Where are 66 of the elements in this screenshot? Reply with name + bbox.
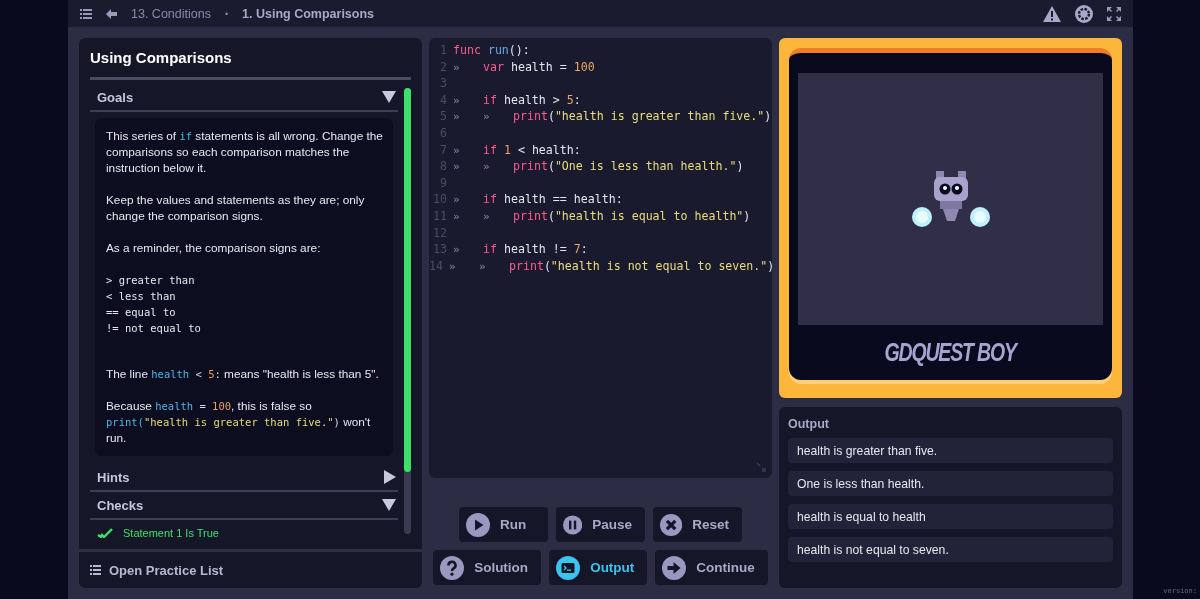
terminal-icon [556, 555, 581, 580]
solution-button[interactable]: Solution [433, 550, 542, 585]
code-line: » » print("health is not equal to seven.") [448, 257, 775, 275]
line-number: 1 [439, 42, 448, 59]
code-line: func run(): [453, 42, 530, 59]
goal-paragraph: Because health = 100, this is false so print("health is greater than five.") won't run. [106, 398, 372, 446]
line-number: 14 [429, 257, 444, 275]
output-title: Output [788, 417, 830, 431]
section-title[interactable]: Hints [97, 469, 130, 485]
line-number: 11 [432, 207, 448, 225]
lesson-title: Using Comparisons [89, 48, 233, 66]
list-icon [90, 565, 101, 575]
code-line: » if health == health: [453, 191, 623, 208]
collapse-triangle-icon[interactable] [382, 91, 396, 103]
comparison-sign-line: < less than [106, 289, 177, 304]
pause-icon [563, 512, 583, 537]
code-line: » » print("One is less than health.") [453, 158, 744, 175]
line-number: 2 [439, 58, 448, 76]
breadcrumb-separator: • [224, 8, 229, 19]
breadcrumb-current: 1. Using Comparisons [242, 6, 375, 21]
collapse-triangle-icon[interactable] [382, 499, 396, 511]
line-number: 13 [432, 241, 448, 258]
comparison-sign-line: == equal to [106, 305, 177, 320]
resize-grip-icon[interactable] [756, 462, 766, 472]
line-number: 9 [439, 174, 448, 192]
question-icon [440, 555, 465, 580]
line-number: 8 [439, 158, 448, 175]
continue-button[interactable]: Continue [655, 550, 768, 585]
section-title[interactable]: Goals [97, 89, 134, 105]
code-line: » » print("health is greater than five.") [453, 108, 772, 125]
line-number: 6 [439, 124, 448, 142]
line-number: 5 [439, 108, 448, 125]
reset-button[interactable]: Reset [653, 507, 742, 542]
comparison-sign-line: > greater than [106, 273, 196, 288]
back-arrow-icon[interactable] [106, 8, 117, 19]
close-circle-icon [660, 512, 683, 537]
breadcrumb-link[interactable]: 13. Conditions [131, 6, 211, 21]
line-number: 4 [439, 91, 448, 109]
goal-paragraph: Keep the values and statements as they are; only change the comparison signs. [106, 192, 366, 224]
code-line: » if 1 < health: [453, 141, 581, 159]
pause-button[interactable]: Pause [556, 507, 645, 542]
goal-paragraph: The line health < 5: means "health is less than 5". [106, 366, 380, 382]
goal-paragraph: This series of if statements is all wrong. Change the comparisons so each comparison matches the instruction below it. [106, 128, 384, 176]
check-label: Statement 1 Is True [123, 527, 219, 539]
arrow-right-icon [662, 555, 687, 580]
settings-icon[interactable] [1075, 4, 1093, 23]
warning-icon[interactable] [1043, 5, 1061, 22]
code-line: » if health > 5: [453, 91, 581, 109]
goal-paragraph: As a reminder, the comparison signs are: [106, 240, 322, 256]
code-line: » if health != 7: [453, 241, 588, 258]
expand-triangle-icon[interactable] [384, 470, 396, 484]
play-icon [466, 512, 490, 537]
line-number: 12 [432, 224, 448, 242]
code-line: » var health = 100 [453, 58, 595, 76]
line-number: 3 [439, 75, 448, 92]
output-button[interactable]: Output [549, 550, 648, 585]
code-line: » » print("health is equal to health") [453, 207, 751, 225]
line-number: 10 [432, 191, 448, 208]
line-number: 7 [439, 141, 448, 159]
open-practice-list-button[interactable]: Open Practice List [90, 558, 224, 582]
run-button[interactable]: Run [459, 507, 548, 542]
menu-icon[interactable] [80, 8, 92, 19]
comparison-sign-line: != not equal to [106, 321, 202, 336]
section-title[interactable]: Checks [97, 497, 144, 513]
console-logo: GDQUEST BOY [884, 338, 1017, 367]
fullscreen-icon[interactable] [1107, 6, 1121, 21]
